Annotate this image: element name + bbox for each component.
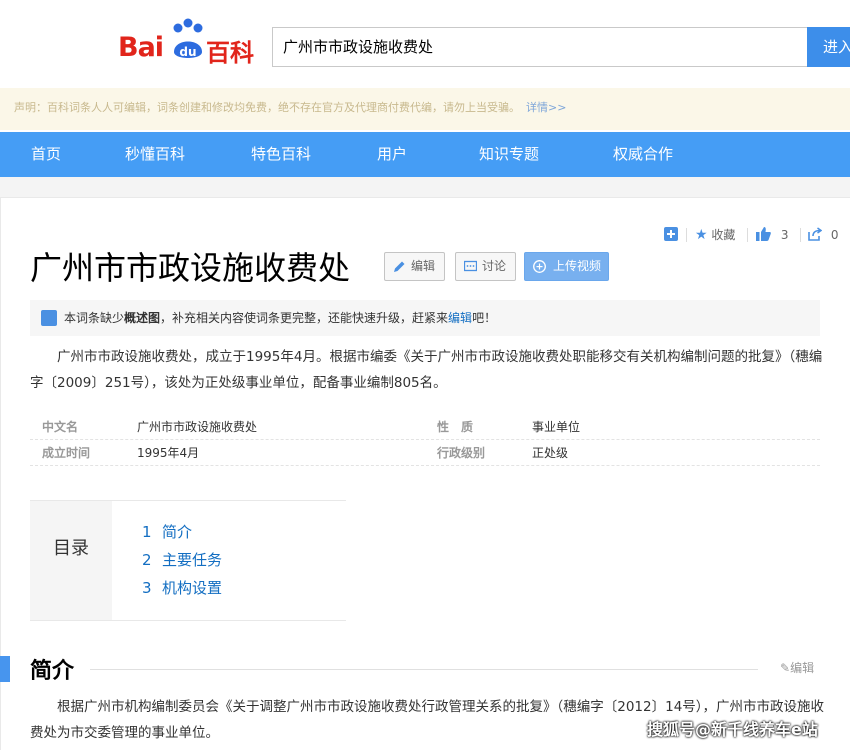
toc-item-tasks[interactable]: 2 主要任务 [142, 549, 222, 570]
logo-text-du: du [179, 45, 196, 59]
discuss-label: 讨论 [482, 259, 507, 273]
nav-item-user[interactable]: 用户 [377, 132, 407, 177]
info-value-founded: 1995年4月 [137, 446, 200, 460]
enter-button[interactable]: 进入 [807, 27, 850, 67]
page-gap [0, 177, 850, 197]
edit-button[interactable]: 编辑 [384, 252, 445, 281]
share-button[interactable]: 0 [808, 225, 838, 245]
toc-item-number: 3 [142, 579, 152, 597]
section-title: 简介 [30, 659, 75, 684]
share-count: 0 [830, 228, 839, 242]
summary-paragraph: 广州市市政设施收费处，成立于1995年4月。根据市编委《关于广州市市政设施收费处… [30, 349, 823, 391]
disclaimer-text: 声明：百科词条人人可编辑，词条创建和修改均免费，绝不存在官方及代理商付费代编，请… [14, 101, 520, 114]
info-key-level: 行政级别 [437, 446, 486, 460]
info-value-level: 正处级 [532, 446, 569, 460]
tip-text-before: 本词条缺少 [64, 311, 125, 325]
pencil-icon [394, 261, 405, 272]
info-key-nature: 性 质 [437, 420, 474, 434]
disclaimer-details-link[interactable]: 详情>> [526, 101, 566, 114]
logo-text-baike: 百科 [206, 39, 254, 67]
main-nav: 首页 秒懂百科 特色百科 用户 知识专题 权威合作 [0, 132, 850, 177]
info-key-founded: 成立时间 [42, 446, 91, 460]
edit-tip-icon [41, 310, 57, 326]
missing-image-tip: 本词条缺少概述图，补充相关内容使词条更完整，还能快速升级，赶紧来编辑吧！ [30, 300, 820, 336]
section-marker [0, 656, 10, 682]
info-row: 中文名 广州市市政设施收费处 性 质 事业单位 [30, 414, 820, 440]
favorite-label: 收藏 [711, 228, 736, 242]
toc-item-intro[interactable]: 1 简介 [142, 521, 192, 542]
edit-label: 编辑 [411, 259, 436, 273]
header: Bai du 百科 广州市市政设施收费处 进入 [0, 0, 850, 88]
baidu-paw-icon: du [173, 18, 203, 59]
watermark: 搜狐号@新千线养车e站 [647, 720, 818, 739]
page-title: 广州市市政设施收费处 [30, 249, 351, 287]
toc-item-label: 简介 [162, 523, 193, 541]
comment-icon [464, 260, 477, 272]
toc-item-label: 主要任务 [162, 551, 223, 569]
logo-text-bai: Bai [118, 32, 164, 63]
nav-item-featured[interactable]: 特色百科 [251, 132, 311, 177]
nav-item-miaodong[interactable]: 秒懂百科 [125, 132, 185, 177]
toolbar-separator [800, 228, 801, 242]
table-of-contents: 目录 1 简介 2 主要任务 3 机构设置 [30, 500, 346, 621]
thumbs-up-icon [756, 227, 771, 241]
upload-video-label: 上传视频 [553, 259, 602, 273]
discuss-button[interactable]: 讨论 [455, 252, 516, 281]
search-input[interactable]: 广州市市政设施收费处 [272, 27, 808, 67]
toc-item-structure[interactable]: 3 机构设置 [142, 577, 222, 598]
star-icon: ★ [695, 227, 708, 243]
plus-square-icon[interactable] [664, 227, 678, 241]
upload-video-button[interactable]: 上传视频 [524, 252, 609, 281]
pencil-icon: ✎ [780, 661, 791, 675]
tip-edit-link[interactable]: 编辑 [448, 311, 472, 325]
section-edit-button[interactable]: ✎编辑 [780, 659, 814, 676]
section-divider [90, 669, 758, 670]
toc-item-number: 2 [142, 551, 152, 569]
plus-circle-icon [533, 260, 546, 273]
toolbar-separator [747, 228, 748, 242]
like-button[interactable]: 3 [756, 225, 788, 245]
share-icon [808, 227, 823, 241]
disclaimer-notice: 声明：百科词条人人可编辑，词条创建和修改均免费，绝不存在官方及代理商付费代编，请… [0, 88, 850, 130]
like-count: 3 [780, 228, 789, 242]
section-edit-label: 编辑 [790, 661, 815, 675]
toc-item-number: 1 [142, 523, 152, 541]
toc-label: 目录 [30, 501, 112, 620]
toolbar-separator [686, 228, 687, 242]
info-value-name: 广州市市政设施收费处 [137, 420, 258, 434]
info-value-nature: 事业单位 [532, 420, 581, 434]
tip-text-bold: 概述图 [124, 311, 161, 325]
info-key-name: 中文名 [42, 420, 79, 434]
info-row: 成立时间 1995年4月 行政级别 正处级 [30, 440, 820, 466]
tip-text-after: 吧！ [472, 311, 497, 325]
favorite-button[interactable]: ★ 收藏 [695, 225, 735, 245]
toc-item-label: 机构设置 [162, 579, 223, 597]
nav-item-topics[interactable]: 知识专题 [479, 132, 539, 177]
nav-item-cooperation[interactable]: 权威合作 [613, 132, 673, 177]
tip-text-middle: ，补充相关内容使词条更完整，还能快速升级，赶紧来 [160, 311, 449, 325]
baidu-baike-logo[interactable]: Bai du 百科 [118, 18, 258, 68]
nav-item-home[interactable]: 首页 [31, 132, 61, 177]
